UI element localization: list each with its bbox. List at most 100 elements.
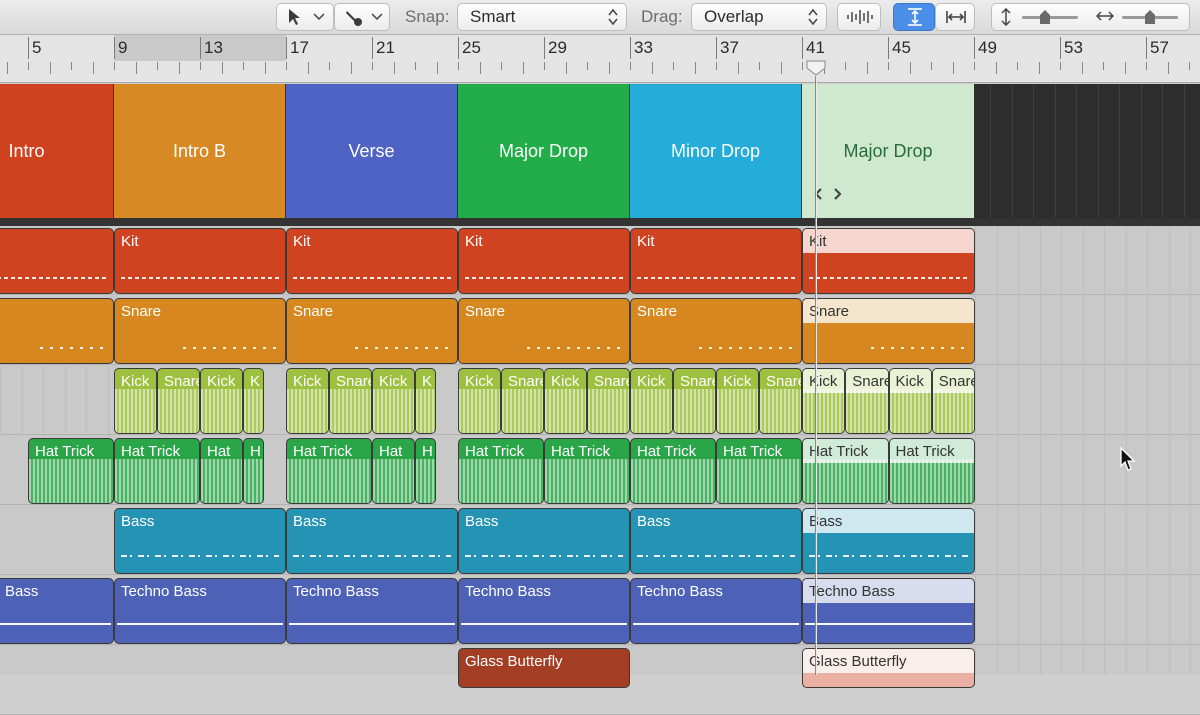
hat-trick-region[interactable]: Hat Trick: [458, 438, 544, 504]
hat-trick-region[interactable]: Hat Trick: [286, 438, 372, 504]
waveform-zoom-button[interactable]: [837, 3, 881, 31]
ruler-minor-tick: [651, 62, 653, 74]
audio-waveform: [416, 389, 435, 433]
kick-snare-region[interactable]: Kick: [458, 368, 501, 434]
midi-pattern: [355, 347, 451, 349]
hat-trick-region[interactable]: Hat Trick: [114, 438, 200, 504]
audio-waveform: [846, 389, 888, 433]
pointer-icon: [289, 9, 300, 25]
bass-region[interactable]: Bass: [458, 508, 630, 574]
kick-snare-region[interactable]: Kick: [716, 368, 759, 434]
kit-region[interactable]: [0, 228, 114, 294]
vertical-fit-button[interactable]: [893, 3, 935, 31]
hat-trick-region[interactable]: H: [415, 438, 436, 504]
hat-trick-region[interactable]: Hat Trick: [28, 438, 114, 504]
snare-region[interactable]: [0, 298, 114, 364]
techno-bass-region[interactable]: Techno Bass: [458, 578, 630, 644]
bass-region[interactable]: Bass: [286, 508, 458, 574]
ruler-major-tick: [200, 37, 201, 59]
horizontal-fit-button[interactable]: [935, 3, 975, 31]
region-title: Hat Trick: [293, 443, 353, 460]
ruler-bar-number: 41: [806, 38, 825, 57]
arrangement-grid-line: [990, 84, 991, 218]
glass-butterfly-region[interactable]: Glass Butterfly: [458, 648, 630, 688]
kick-snare-region[interactable]: Snare: [673, 368, 716, 434]
drag-select[interactable]: Overlap: [691, 3, 827, 31]
techno-bass-region[interactable]: Techno Bass: [802, 578, 975, 644]
slider-thumb-icon[interactable]: [1143, 9, 1157, 25]
kick-snare-region[interactable]: Snare: [157, 368, 200, 434]
kick-snare-region[interactable]: K: [415, 368, 436, 434]
kick-snare-region[interactable]: Snare: [329, 368, 372, 434]
ruler-minor-tick: [802, 62, 803, 70]
snare-region[interactable]: Snare: [458, 298, 630, 364]
playhead[interactable]: [815, 76, 817, 675]
arrangement-empty-area[interactable]: [975, 84, 1200, 220]
audio-waveform: [115, 389, 156, 433]
kick-snare-region[interactable]: Kick: [200, 368, 243, 434]
kick-snare-region[interactable]: Snare: [845, 368, 889, 434]
kick-snare-region[interactable]: Snare: [501, 368, 544, 434]
audio-waveform: [631, 389, 672, 433]
kick-snare-region[interactable]: Snare: [587, 368, 630, 434]
bass-region[interactable]: Bass: [802, 508, 975, 574]
arrangement-grid-line: [1011, 84, 1013, 218]
hat-trick-region[interactable]: Hat Trick: [630, 438, 716, 504]
kit-region[interactable]: Kit: [286, 228, 458, 294]
arrangement-marker[interactable]: Minor Drop: [630, 84, 802, 218]
kick-snare-region[interactable]: Kick: [888, 368, 932, 434]
updown-icon: [808, 8, 818, 26]
techno-bass-region[interactable]: Techno Bass: [114, 578, 286, 644]
pointer-tool-menu[interactable]: [276, 3, 334, 31]
kick-snare-region[interactable]: Kick: [544, 368, 587, 434]
hat-trick-region[interactable]: Hat Trick: [888, 438, 975, 504]
audio-waveform: [717, 389, 758, 433]
slider-thumb-icon[interactable]: [1038, 9, 1052, 25]
pencil-tool-menu[interactable]: [334, 3, 390, 31]
kick-snare-region[interactable]: Kick: [372, 368, 415, 434]
region-title: Hat: [379, 443, 403, 460]
snare-region[interactable]: Snare: [286, 298, 458, 364]
region-title: Kick: [121, 373, 150, 390]
region-title: Kick: [207, 373, 236, 390]
kick-snare-region[interactable]: Kick: [114, 368, 157, 434]
hat-trick-region[interactable]: Hat: [200, 438, 243, 504]
ruler-bar-number: 45: [892, 38, 911, 57]
midi-pattern: [39, 347, 107, 349]
snare-region[interactable]: Snare: [802, 298, 975, 364]
arrangement-marker[interactable]: Major Drop: [458, 84, 630, 218]
arrangement-marker[interactable]: Intro: [0, 84, 114, 218]
arrangement-grid-line: [1140, 84, 1142, 218]
kick-snare-region[interactable]: Snare: [931, 368, 975, 434]
kick-snare-region[interactable]: Snare: [759, 368, 802, 434]
hat-trick-region[interactable]: Hat Trick: [544, 438, 630, 504]
glass-butterfly-region[interactable]: Glass Butterfly: [802, 648, 975, 688]
hat-trick-region[interactable]: Hat Trick: [716, 438, 802, 504]
kit-region[interactable]: Kit: [458, 228, 630, 294]
kick-snare-region[interactable]: Kick: [286, 368, 329, 434]
hat-trick-region[interactable]: Hat: [372, 438, 415, 504]
kit-region[interactable]: Kit: [630, 228, 802, 294]
arrangement-marker[interactable]: Verse: [286, 84, 458, 218]
techno-bass-region[interactable]: Techno Bass: [286, 578, 458, 644]
kit-region[interactable]: Kit: [802, 228, 975, 294]
kit-region[interactable]: Kit: [114, 228, 286, 294]
audio-waveform: [889, 389, 931, 433]
snare-region[interactable]: Snare: [114, 298, 286, 364]
hat-trick-region[interactable]: H: [243, 438, 264, 504]
snap-select[interactable]: Smart: [457, 3, 627, 31]
audio-waveform: [29, 459, 113, 503]
bass-region[interactable]: Bass: [630, 508, 802, 574]
kick-snare-region[interactable]: K: [243, 368, 264, 434]
horizontal-fit-icon: [946, 11, 966, 23]
techno-bass-region[interactable]: Bass: [0, 578, 114, 644]
ruler-major-tick: [458, 37, 459, 59]
kick-snare-region[interactable]: Kick: [802, 368, 846, 434]
playhead-handle-icon[interactable]: [806, 60, 826, 76]
arrangement-marker[interactable]: Intro B: [114, 84, 286, 218]
bass-region[interactable]: Bass: [114, 508, 286, 574]
techno-bass-region[interactable]: Techno Bass: [630, 578, 802, 644]
snare-region[interactable]: Snare: [630, 298, 802, 364]
kick-snare-region[interactable]: Kick: [630, 368, 673, 434]
waveform-icon: [847, 10, 873, 24]
